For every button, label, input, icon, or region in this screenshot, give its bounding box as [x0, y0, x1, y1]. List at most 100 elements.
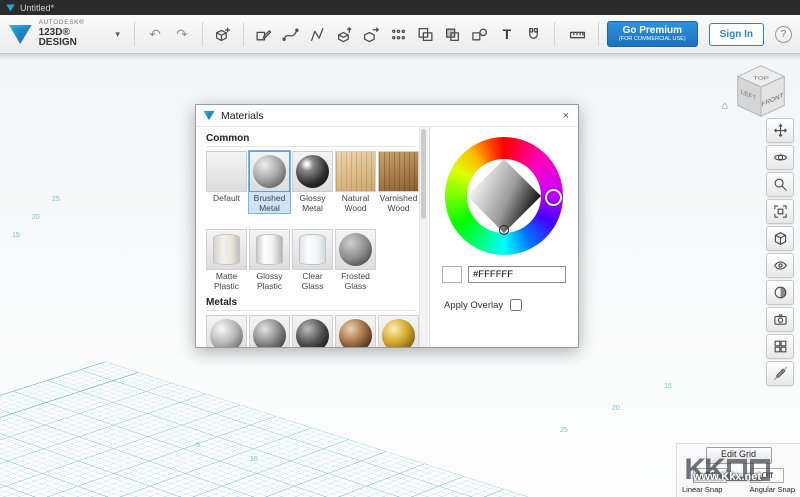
shaded-view-button[interactable] — [766, 280, 794, 305]
fit-view-button[interactable] — [766, 199, 794, 224]
orbit-button[interactable] — [766, 145, 794, 170]
view-cube[interactable]: TOP FRONT LEFT — [730, 60, 792, 127]
material-thumbnail — [206, 151, 247, 192]
material-item-natural-wood[interactable]: Natural Wood — [335, 151, 376, 213]
snap-button[interactable] — [522, 21, 546, 47]
toolbar-separator — [134, 22, 135, 46]
redo-button[interactable]: ↷ — [170, 21, 194, 47]
sketch-button[interactable] — [252, 21, 276, 47]
home-view-icon[interactable]: ⌂ — [721, 100, 728, 112]
material-thumbnail — [292, 151, 333, 192]
group-button[interactable] — [414, 21, 438, 47]
angular-snap-select[interactable]: Off — [750, 468, 784, 483]
app-window: Untitled* AUTODESK® 123D® DESIGN ▾ ↶ ↷ — [0, 0, 800, 497]
material-label: Brushed Metal — [249, 194, 290, 213]
sign-in-button[interactable]: Sign In — [709, 23, 764, 46]
color-swatch — [442, 266, 462, 283]
snap-icon — [525, 26, 542, 43]
screenshot-button[interactable] — [766, 307, 794, 332]
close-icon[interactable]: × — [561, 110, 571, 122]
go-premium-sublabel: (FOR COMMERCIAL USE) — [619, 36, 686, 42]
modify-button[interactable] — [360, 21, 384, 47]
undo-button[interactable]: ↶ — [143, 21, 167, 47]
polyline-icon — [309, 26, 326, 43]
brand-block: AUTODESK® 123D® DESIGN — [8, 20, 104, 49]
text-button[interactable]: T — [495, 21, 519, 47]
scrollbar-thumb[interactable] — [421, 129, 426, 219]
material-thumbnail — [335, 151, 376, 192]
saturation-value-indicator[interactable] — [499, 225, 509, 235]
material-thumbnail — [292, 229, 333, 270]
app-logo-icon — [203, 110, 215, 121]
materials-list[interactable]: Common Default Brushed Metal Glossy M — [196, 127, 429, 347]
material-item-brushed-metal[interactable]: Brushed Metal — [249, 151, 290, 213]
look-at-button[interactable] — [766, 253, 794, 278]
color-wheel[interactable] — [445, 137, 563, 255]
primitives-button[interactable] — [211, 21, 235, 47]
pan-button[interactable] — [766, 118, 794, 143]
pattern-button[interactable] — [387, 21, 411, 47]
materials-view-icon — [773, 339, 788, 354]
material-label: Glossy Metal — [292, 194, 333, 213]
main-menu-chevron-icon[interactable]: ▾ — [109, 29, 126, 40]
linear-snap-select[interactable]: Off — [693, 468, 727, 483]
viewport-3d[interactable]: 25 20 15 25 20 15 5 10 TOP FRONT LEFT ⌂ — [0, 54, 800, 497]
grid-axis-label: 5 — [196, 442, 200, 449]
material-item-metal-1[interactable] — [206, 315, 247, 347]
zoom-button[interactable] — [766, 172, 794, 197]
section-header-metals: Metals — [206, 297, 415, 311]
brand-line2: 123D® DESIGN — [39, 28, 105, 48]
look-at-icon — [773, 258, 788, 273]
align-button[interactable] — [468, 21, 492, 47]
measure-button[interactable] — [566, 21, 590, 47]
materials-dialog: Materials × Common Default Brushed Metal — [195, 104, 579, 348]
primitives-icon — [214, 26, 231, 43]
edit-grid-button[interactable]: Edit Grid — [706, 447, 772, 464]
modify-icon — [363, 26, 380, 43]
sketch-visibility-button[interactable] — [766, 361, 794, 386]
material-item-varnished-wood[interactable]: Varnished Wood — [378, 151, 419, 213]
hex-color-input[interactable] — [468, 266, 566, 283]
material-item-glossy-metal[interactable]: Glossy Metal — [292, 151, 333, 213]
pattern-icon — [390, 26, 407, 43]
construct-button[interactable] — [333, 21, 357, 47]
zoom-icon — [773, 177, 788, 192]
material-item-metal-3[interactable] — [292, 315, 333, 347]
material-thumbnail — [249, 315, 290, 347]
go-premium-button[interactable]: Go Premium (FOR COMMERCIAL USE) — [607, 21, 698, 46]
material-item-metal-4[interactable] — [335, 315, 376, 347]
view-cube-top-label: TOP — [753, 76, 769, 81]
undo-icon: ↶ — [149, 26, 161, 43]
material-thumbnail — [206, 315, 247, 347]
spline-button[interactable] — [279, 21, 303, 47]
combine-icon — [444, 26, 461, 43]
material-item-matte-plastic[interactable]: Matte Plastic — [206, 229, 247, 291]
grid-axis-label: 25 — [52, 196, 60, 203]
material-label: Matte Plastic — [206, 272, 247, 291]
sketch-visibility-icon — [773, 366, 788, 381]
dialog-title: Materials — [221, 110, 264, 122]
material-item-default[interactable]: Default — [206, 151, 247, 213]
polyline-button[interactable] — [306, 21, 330, 47]
material-item-metal-2[interactable] — [249, 315, 290, 347]
brand-line1: AUTODESK® — [39, 20, 105, 27]
materials-dialog-header[interactable]: Materials × — [196, 105, 578, 127]
materials-scrollbar[interactable] — [419, 127, 428, 347]
material-thumbnail — [292, 315, 333, 347]
help-button[interactable]: ? — [775, 26, 792, 43]
view-cube-button[interactable] — [766, 226, 794, 251]
hue-indicator[interactable] — [545, 189, 562, 206]
material-item-clear-glass[interactable]: Clear Glass — [292, 229, 333, 291]
view-cube-icon — [773, 231, 788, 246]
combine-button[interactable] — [441, 21, 465, 47]
material-label: Clear Glass — [292, 272, 333, 291]
toolbar-separator — [554, 22, 555, 46]
material-item-frosted-glass[interactable]: Frosted Glass — [335, 229, 376, 291]
material-item-metal-5[interactable] — [378, 315, 419, 347]
apply-overlay-checkbox[interactable] — [510, 299, 522, 311]
materials-view-button[interactable] — [766, 334, 794, 359]
screenshot-icon — [773, 312, 788, 327]
material-item-glossy-plastic[interactable]: Glossy Plastic — [249, 229, 290, 291]
grid-axis-label: 10 — [250, 456, 258, 463]
material-label: Default — [206, 194, 247, 213]
